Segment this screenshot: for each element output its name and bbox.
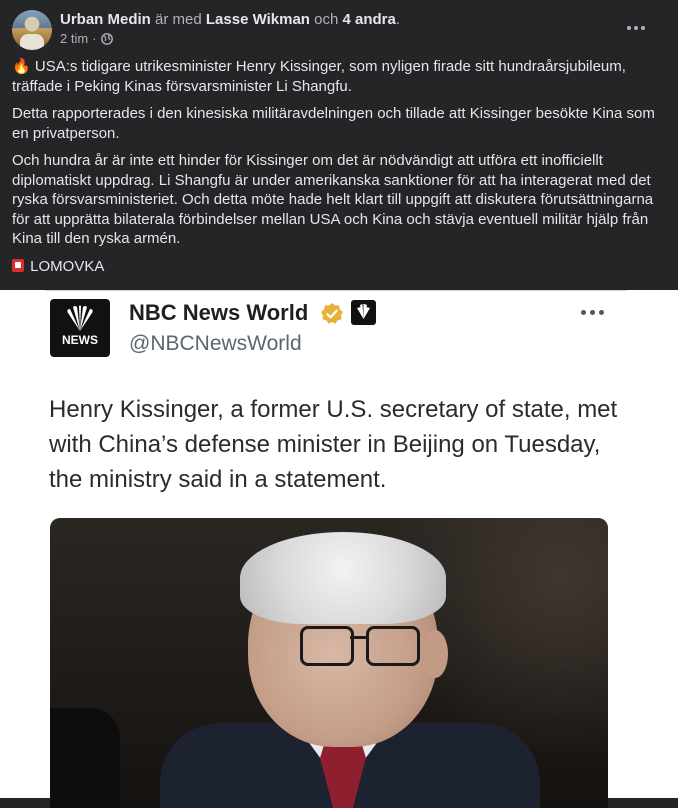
post-body: 🔥 USA:s tidigare utrikesminister Henry K… [12,57,662,284]
author-avatar[interactable] [12,10,52,50]
affiliate-badge-icon [351,300,376,325]
post-paragraph-1: 🔥 USA:s tidigare utrikesminister Henry K… [12,57,662,96]
meta-dot: · [92,31,97,46]
tagged-person-link[interactable]: Lasse Wikman [206,11,310,28]
author-name-link[interactable]: Urban Medin [60,11,151,28]
divider [45,290,627,291]
others-link[interactable]: 4 andra [342,11,395,28]
glasses-icon [366,626,420,666]
post-header: Urban Medin är med Lasse Wikman och 4 an… [12,10,666,50]
kissinger-photo [50,518,608,808]
logo-news-text: NEWS [62,333,98,347]
post-time-link[interactable]: 2 tim [60,31,88,46]
source-label: LOMOVKA [30,257,105,275]
post-paragraph-3: Och hundra år är inte ett hinder för Kis… [12,152,654,247]
microphone-shape [50,708,120,808]
post-paragraph-2: Detta rapporterades i den kinesiska mili… [12,105,655,142]
more-dot-icon [627,26,631,30]
author-line: Urban Medin är med Lasse Wikman och 4 an… [60,10,400,29]
red-book-icon [12,258,24,272]
tweet-handle: @NBCNewsWorld [129,332,302,355]
period: . [395,11,401,28]
globe-icon [100,32,113,45]
post-meta: 2 tim · [60,31,113,46]
and-text: och [314,11,339,28]
post-more-options-button[interactable] [618,16,654,40]
glasses-bridge [350,636,366,639]
more-dot-icon [641,26,645,30]
glasses-icon [300,626,354,666]
post-paragraph-4: LOMOVKA [12,257,662,277]
tweet-more-icon [581,310,604,315]
verified-badge-icon [321,303,343,324]
tweet-text: Henry Kissinger, a former U.S. secretary… [49,396,618,493]
with-text: är med [155,11,202,28]
peacock-icon [67,305,93,331]
paragraph-text: USA:s tidigare utrikesminister Henry Kis… [12,58,626,95]
nbc-logo: NEWS [50,299,110,357]
hair-shape [240,532,446,624]
tweet-account-name: NBC News World [129,300,309,325]
more-dot-icon [634,26,638,30]
ear-shape [422,630,448,678]
fire-icon: 🔥 [12,57,31,75]
